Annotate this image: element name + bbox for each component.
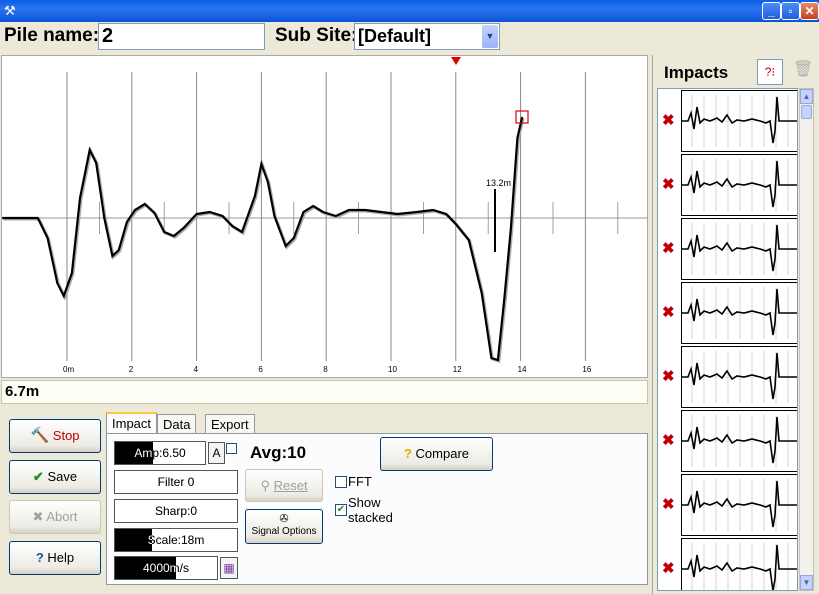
delete-x-icon[interactable]: ✖ (662, 431, 675, 449)
depth-marker-icon[interactable] (451, 57, 461, 65)
tab-impact[interactable]: Impact (106, 412, 158, 434)
reflection-annotation: 13.2m (486, 178, 511, 188)
compare-question-icon: ? (403, 446, 412, 461)
title-bar: ⚒ _ ▫ ✕ (0, 0, 819, 22)
impacts-list[interactable]: ✖ ✖ ✖ ✖ ✖ ✖ ✖ ✖ (657, 88, 798, 591)
signal-options-icon: ✇ (279, 513, 289, 525)
sharp-slider[interactable]: Sharp:0 (114, 499, 238, 523)
impact-thumbnail[interactable] (681, 538, 797, 590)
abort-x-icon: ✖ (32, 509, 44, 524)
help-button[interactable]: ? Help (9, 541, 101, 575)
avg-count: Avg:10 (250, 443, 307, 462)
impact-row[interactable]: ✖ (658, 473, 797, 537)
impact-row[interactable]: ✖ (658, 281, 797, 345)
impact-thumbnail[interactable] (681, 474, 797, 536)
impact-thumbnail[interactable] (681, 218, 797, 280)
impacts-title: Impacts (664, 63, 729, 82)
minimize-button[interactable]: _ (762, 2, 781, 20)
impacts-panel: Impacts ?⁝ 🗑 ✖ ✖ ✖ ✖ ✖ ✖ ✖ ✖ ▲ ▼ (652, 55, 819, 594)
speed-slider[interactable]: 4000m/s (114, 556, 218, 580)
reset-button[interactable]: ⚲ Reset (245, 469, 323, 502)
x-tick-label: 16 (582, 365, 591, 374)
fft-checkbox[interactable] (335, 476, 347, 488)
depth-readout: 6.7m (1, 380, 648, 404)
impact-row[interactable]: ✖ (658, 409, 797, 473)
signal-chart[interactable]: 0m 2 4 6 8 10 12 14 16 13.2m (1, 55, 648, 378)
signal-trace (2, 116, 524, 362)
header-row: Pile name: 2 Sub Site: [Default] ▼ (0, 22, 819, 55)
show-stacked-label-line2: stacked (348, 510, 393, 525)
trash-icon[interactable]: 🗑 (793, 59, 813, 85)
impact-thumbnail[interactable] (681, 90, 797, 152)
impacts-scrollbar[interactable]: ▲ ▼ (799, 88, 814, 591)
signal-plot: 0m 2 4 6 8 10 12 14 16 13.2m (2, 57, 647, 374)
impact-row[interactable]: ✖ (658, 345, 797, 409)
x-tick-label: 0m (63, 365, 74, 374)
pile-name-input[interactable]: 2 (98, 23, 265, 50)
reset-icon: ⚲ (260, 478, 270, 493)
fft-label: FFT (348, 474, 372, 489)
x-tick-label: 2 (129, 365, 134, 374)
scroll-thumb[interactable] (801, 105, 812, 119)
delete-x-icon[interactable]: ✖ (662, 111, 675, 129)
delete-x-icon[interactable]: ✖ (662, 495, 675, 513)
x-tick-label: 10 (388, 365, 397, 374)
stop-hammer-icon: 🔨 (30, 427, 50, 444)
x-tick-label: 14 (518, 365, 527, 374)
amp-auto-button[interactable]: A (208, 442, 225, 464)
signal-options-button[interactable]: ✇ Signal Options (245, 509, 323, 544)
delete-x-icon[interactable]: ✖ (662, 303, 675, 321)
impact-row[interactable]: ✖ (658, 89, 797, 153)
impact-row[interactable]: ✖ (658, 217, 797, 281)
x-tick-label: 6 (258, 365, 263, 374)
stop-button[interactable]: 🔨 Stop (9, 419, 101, 453)
pile-name-label: Pile name: (4, 25, 100, 46)
sub-site-select[interactable]: [Default] ▼ (354, 23, 500, 50)
show-stacked-label-line1: Show (348, 495, 381, 510)
maximize-button[interactable]: ▫ (781, 2, 800, 20)
x-tick-label: 8 (323, 365, 328, 374)
tab-data[interactable]: Data (157, 414, 197, 434)
impact-select-icon[interactable]: ?⁝ (757, 59, 783, 85)
impact-row[interactable]: ✖ (658, 537, 797, 590)
scroll-down-icon[interactable]: ▼ (800, 575, 813, 590)
app-icon: ⚒ (4, 3, 16, 18)
x-tick-label: 4 (194, 365, 199, 374)
impact-row[interactable]: ✖ (658, 153, 797, 217)
amp-slider[interactable]: Amp:6.50 (114, 441, 206, 465)
impact-thumbnail[interactable] (681, 154, 797, 216)
close-button[interactable]: ✕ (800, 2, 819, 20)
x-tick-label: 12 (453, 365, 462, 374)
filter-slider[interactable]: Filter 0 (114, 470, 238, 494)
sub-site-label: Sub Site: (275, 25, 358, 46)
grid-icon[interactable]: ▦ (220, 557, 238, 579)
save-button[interactable]: ✔ Save (9, 460, 101, 494)
compare-button[interactable]: ? Compare (380, 437, 493, 471)
impact-thumbnail[interactable] (681, 346, 797, 408)
impact-thumbnail[interactable] (681, 282, 797, 344)
abort-button[interactable]: ✖ Abort (9, 500, 101, 534)
scroll-up-icon[interactable]: ▲ (800, 89, 813, 104)
tab-export[interactable]: Export (205, 414, 255, 434)
help-question-icon: ? (35, 550, 44, 565)
sub-site-value: [Default] (358, 26, 431, 46)
amp-checkbox[interactable] (226, 443, 237, 454)
impact-thumbnail[interactable] (681, 410, 797, 472)
chevron-down-icon[interactable]: ▼ (482, 25, 498, 48)
save-check-icon: ✔ (32, 469, 44, 484)
delete-x-icon[interactable]: ✖ (662, 559, 675, 577)
signal-trace-raw (3, 117, 525, 363)
delete-x-icon[interactable]: ✖ (662, 239, 675, 257)
show-stacked-checkbox[interactable]: ✔ (335, 504, 347, 516)
scale-slider[interactable]: Scale:18m (114, 528, 238, 552)
delete-x-icon[interactable]: ✖ (662, 367, 675, 385)
delete-x-icon[interactable]: ✖ (662, 175, 675, 193)
